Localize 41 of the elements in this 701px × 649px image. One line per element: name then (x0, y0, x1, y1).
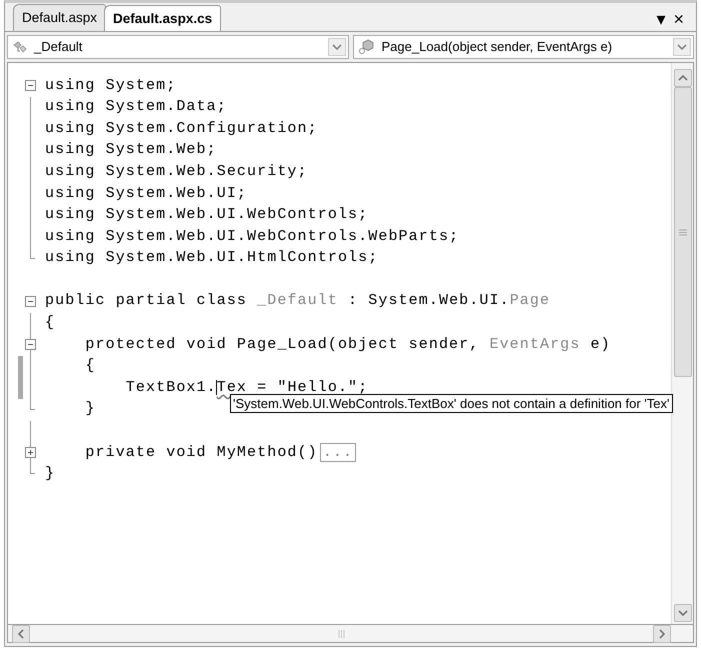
code-line: public partial class _Default : System.Web.UI.Page (45, 291, 550, 312)
collapse-icon[interactable] (25, 339, 36, 350)
chevron-down-icon (332, 44, 342, 50)
file-tab[interactable]: Default.aspx (13, 4, 106, 31)
collapse-icon[interactable] (25, 296, 36, 307)
scrollbar-grip-icon (338, 630, 345, 638)
dropdown-value: Page_Load(object sender, EventArgs e) (382, 38, 614, 56)
scroll-down-button[interactable] (674, 604, 692, 622)
collapse-icon[interactable] (25, 80, 36, 91)
code-line: using System.Web.UI; (45, 184, 248, 204)
expand-icon[interactable] (25, 447, 36, 458)
chevron-right-icon (659, 628, 665, 638)
code-line: private void MyMethod() ... (45, 442, 356, 464)
code-line: using System.Data; (45, 97, 227, 118)
code-line: using System.Web.UI.WebControls; (45, 205, 368, 226)
close-button[interactable]: × (669, 10, 688, 28)
code-line: } (84, 399, 96, 420)
code-line: protected void Page_Load(object sender, EventArgs e) (84, 334, 611, 355)
scrollbar-thumb[interactable] (674, 87, 692, 377)
chevron-down-icon (678, 610, 688, 616)
member-dropdown[interactable]: Page_Load(object sender, EventArgs e) (352, 35, 694, 59)
scroll-right-button[interactable] (653, 624, 671, 642)
code-line: { (45, 313, 56, 334)
dropdown-value: _Default (34, 38, 84, 56)
window-menu-button[interactable]: ▾ (652, 10, 670, 28)
code-line: using System.Web.UI.HtmlControls; (45, 248, 378, 268)
file-tab[interactable]: Default.aspx.cs (104, 5, 222, 31)
chevron-up-icon (678, 75, 688, 81)
code-line: using System.Web; (45, 140, 217, 160)
scroll-up-button[interactable] (674, 69, 692, 87)
code-line: } (45, 464, 56, 484)
type-dropdown[interactable]: _Default (7, 35, 348, 59)
chevron-down-icon (677, 44, 687, 50)
code-line: { (84, 356, 96, 376)
code-line: using System.Configuration; (45, 118, 318, 139)
code-line: using System.Web.Security; (45, 162, 308, 182)
scroll-left-button[interactable] (12, 624, 30, 642)
chevron-left-icon (18, 628, 24, 638)
code-line: using System; (45, 76, 176, 96)
error-tooltip: 'System.Web.UI.WebControls.TextBox' does not contain a definition for 'Tex' (230, 394, 672, 413)
code-line: using System.Web.UI.WebControls.WebParts; (45, 226, 460, 247)
